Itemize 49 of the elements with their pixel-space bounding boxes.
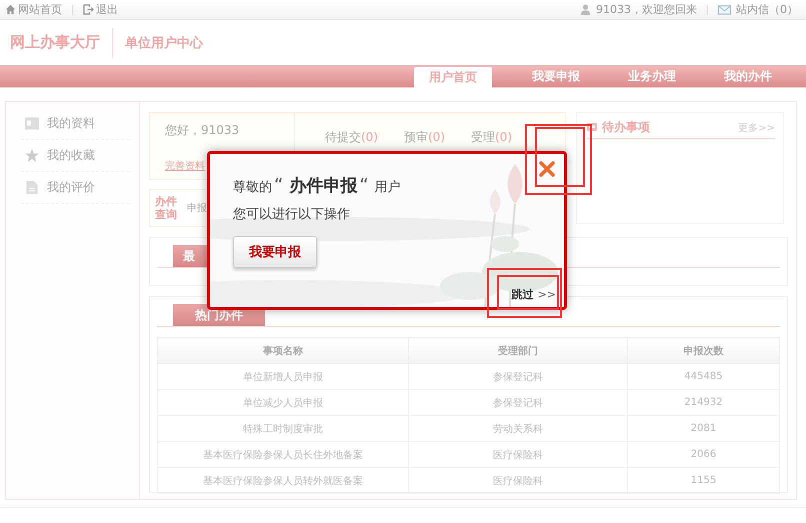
skip-link[interactable]: 跳过 >> bbox=[512, 287, 556, 302]
table-cell: 445485 bbox=[628, 364, 780, 390]
todo-title: 待办事项 bbox=[602, 119, 651, 136]
table-cell: 基本医疗保险参保人员长住外地备案 bbox=[158, 442, 408, 468]
sidebar-item[interactable]: 我的资料 bbox=[21, 108, 129, 140]
table-cell: 2066 bbox=[628, 442, 780, 468]
top-link[interactable]: 网站首页 bbox=[5, 2, 62, 17]
star-icon bbox=[25, 149, 39, 162]
dialog-message: 您可以进行以下操作 bbox=[233, 206, 351, 223]
nav-tab[interactable]: 我的办件 bbox=[700, 66, 796, 86]
query-title: 办件查询 bbox=[155, 195, 178, 221]
table-cell: 基本医疗保险参保人员转外就医备案 bbox=[158, 468, 408, 494]
top-link[interactable]: 退出 bbox=[83, 2, 118, 17]
highlight-overlay bbox=[535, 127, 585, 187]
nav-tab[interactable]: 我要申报 bbox=[508, 66, 604, 86]
user-icon bbox=[580, 4, 591, 15]
home-icon bbox=[5, 4, 16, 15]
nav-tab[interactable]: 业务办理 bbox=[604, 66, 700, 86]
greeting-text: 您好，91033 bbox=[165, 122, 240, 139]
sidebar-item[interactable]: 我的评价 bbox=[21, 172, 129, 204]
table-cell: 特殊工时制度审批 bbox=[158, 416, 408, 442]
table-cell: 医疗保险科 bbox=[408, 468, 628, 494]
table-cell: 参保登记科 bbox=[408, 364, 628, 390]
site-title: 网上办事大厅 bbox=[10, 33, 100, 52]
table-cell: 1155 bbox=[628, 468, 780, 494]
messages-link[interactable]: 站内信（0） bbox=[736, 2, 798, 17]
mail-icon bbox=[718, 4, 731, 14]
column-header: 申报次数 bbox=[628, 338, 780, 364]
document-icon bbox=[25, 181, 39, 194]
welcome-text: 91033，欢迎您回来 bbox=[596, 2, 697, 17]
apply-button[interactable]: 我要申报 bbox=[233, 236, 317, 268]
table-cell: 214932 bbox=[628, 390, 780, 416]
column-header: 受理部门 bbox=[408, 338, 628, 364]
query-label: 申报 bbox=[187, 202, 207, 215]
table-cell: 参保登记科 bbox=[408, 390, 628, 416]
id-card-icon bbox=[25, 117, 39, 130]
table-cell: 劳动关系科 bbox=[408, 416, 628, 442]
table-cell: 医疗保险科 bbox=[408, 442, 628, 468]
exit-icon bbox=[83, 4, 94, 15]
highlight-overlay bbox=[525, 124, 592, 195]
sidebar-item[interactable]: 我的收藏 bbox=[21, 140, 129, 172]
center-title: 单位用户中心 bbox=[125, 34, 203, 52]
nav-tab[interactable]: 用户首页 bbox=[414, 67, 492, 88]
table-cell: 单位减少人员申报 bbox=[158, 390, 408, 416]
table-cell: 2081 bbox=[628, 416, 780, 442]
table-cell: 单位新增人员申报 bbox=[158, 364, 408, 390]
dialog-title: 尊敬的“ 办件申报“ 用户 bbox=[233, 174, 402, 197]
column-header: 事项名称 bbox=[158, 338, 408, 364]
highlight-overlay bbox=[497, 275, 559, 310]
